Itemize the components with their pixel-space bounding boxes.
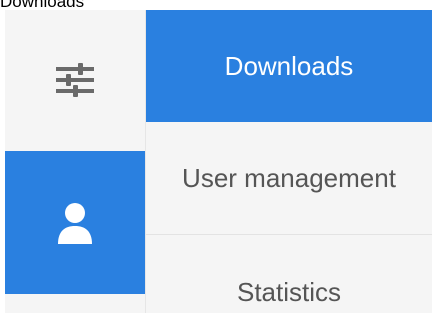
sliders-icon bbox=[56, 63, 94, 97]
menu-item-user-management[interactable]: User management bbox=[146, 122, 432, 235]
menu-item-downloads[interactable]: Downloads bbox=[146, 10, 432, 122]
page-label: Downloads bbox=[0, 0, 85, 11]
user-icon bbox=[58, 202, 92, 244]
user-rail-button[interactable] bbox=[5, 151, 145, 294]
menu-item-statistics[interactable]: Statistics bbox=[146, 235, 432, 315]
icon-rail bbox=[5, 10, 145, 313]
navigation-menu: Downloads User management Statistics bbox=[145, 10, 432, 313]
settings-rail-button[interactable] bbox=[5, 10, 145, 150]
